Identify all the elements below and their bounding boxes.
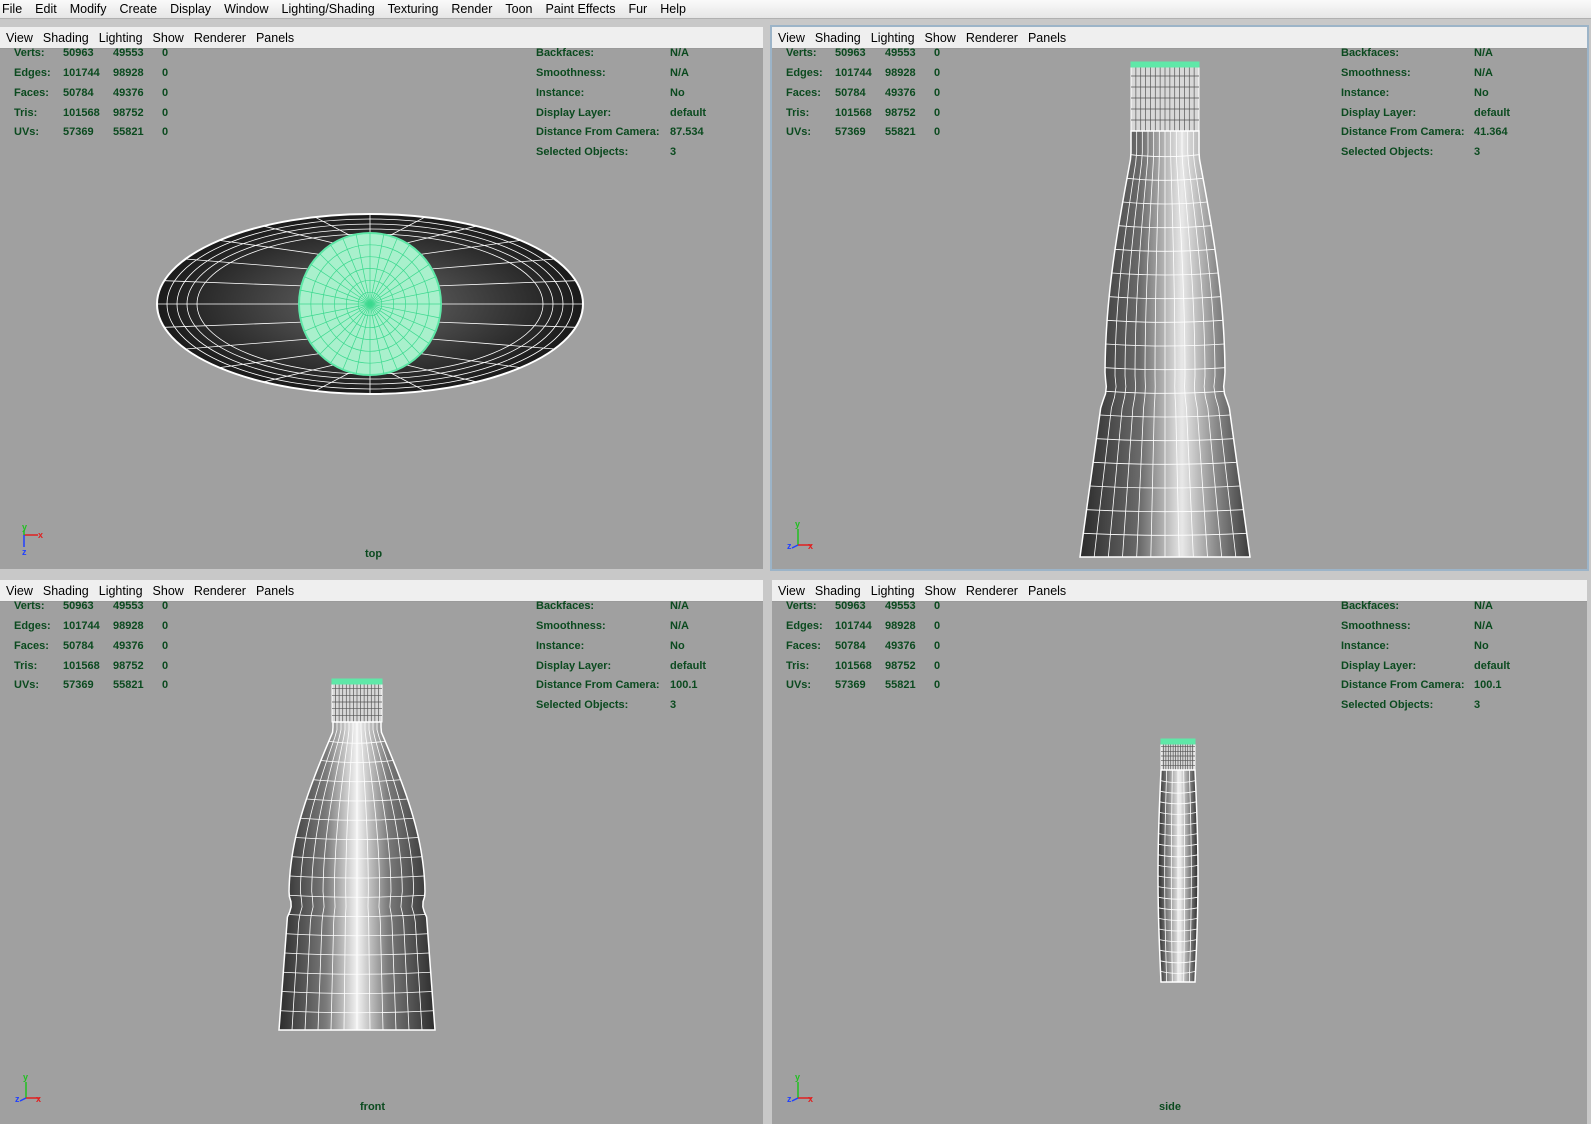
viewport-side[interactable]: View Shading Lighting Show Renderer Panels Ver… xyxy=(772,580,1587,1124)
viewport-front[interactable]: View Shading Lighting Show Renderer Panels Ver… xyxy=(0,580,763,1124)
side-view-model xyxy=(1157,738,1199,983)
persp-view-model xyxy=(1079,61,1251,558)
menu-toon[interactable]: Toon xyxy=(499,2,539,16)
menu-help[interactable]: Help xyxy=(654,2,693,16)
menu-paint-effects[interactable]: Paint Effects xyxy=(540,2,623,16)
viewport-top[interactable]: View Shading Lighting Show Renderer Panels Ver… xyxy=(0,27,763,569)
menu-file[interactable]: File xyxy=(0,2,29,16)
menu-modify[interactable]: Modify xyxy=(64,2,114,16)
menu-lighting-shading[interactable]: Lighting/Shading xyxy=(276,2,382,16)
top-view-model xyxy=(156,213,584,395)
front-view-model xyxy=(278,678,436,1031)
menu-create[interactable]: Create xyxy=(114,2,165,16)
menu-edit[interactable]: Edit xyxy=(29,2,64,16)
menu-render[interactable]: Render xyxy=(445,2,499,16)
menu-display[interactable]: Display xyxy=(164,2,218,16)
main-menubar: File Edit Modify Create Display Window Lightin… xyxy=(0,0,1591,19)
menu-window[interactable]: Window xyxy=(218,2,275,16)
menu-fur[interactable]: Fur xyxy=(622,2,654,16)
viewport-persp[interactable]: View Shading Lighting Show Renderer Panels Ver… xyxy=(770,25,1589,571)
menu-texturing[interactable]: Texturing xyxy=(382,2,446,16)
